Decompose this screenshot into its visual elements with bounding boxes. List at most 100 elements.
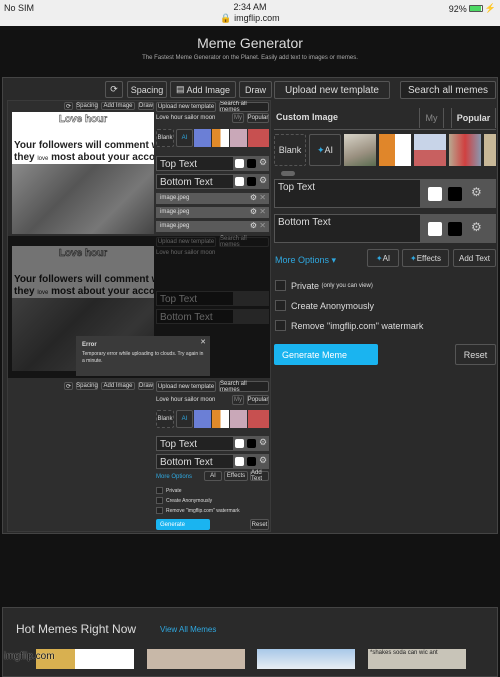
nested3-tab-popular: Popular	[247, 395, 269, 405]
add-image-button[interactable]: ▤ Add Image	[170, 81, 236, 98]
template-thumb-4[interactable]	[449, 134, 481, 166]
sparkle-icon: ✦	[316, 144, 325, 155]
fill-color-black[interactable]	[448, 187, 462, 201]
lock-icon: 🔒	[220, 13, 232, 23]
draw-button[interactable]: Draw	[239, 81, 272, 98]
ai-button[interactable]: ✦ AI	[367, 249, 399, 267]
nested-thumb-2	[212, 129, 229, 147]
view-all-memes-link[interactable]: View All Memes	[160, 625, 216, 634]
nested3-ai: AI	[176, 410, 193, 428]
template-thumb-1[interactable]	[344, 134, 376, 166]
remove-watermark-option[interactable]: Remove "imgflip.com" watermark	[275, 320, 423, 331]
generate-meme-button[interactable]: Generate Meme	[274, 344, 378, 365]
image-icon: ▤	[175, 84, 185, 94]
spacing-button[interactable]: Spacing	[127, 81, 167, 98]
nested3-generate: Generate	[156, 519, 210, 530]
private-option[interactable]: Private (only you can view)	[275, 280, 373, 291]
nested3-top-text: Top Text	[157, 437, 233, 450]
image-layer-label: image.jpeg	[160, 223, 190, 229]
private-checkbox[interactable]	[275, 280, 286, 291]
nested-add-image-button: Add Image	[101, 102, 135, 110]
outline-color-white[interactable]	[428, 187, 442, 201]
layer-gear-icon: ⚙	[249, 207, 257, 216]
nested3-ai-button: AI	[204, 471, 222, 481]
bottom-text-input[interactable]: Bottom Text	[275, 215, 420, 242]
add-image-label: Add Image	[186, 84, 231, 95]
nested-search-button: Search all memes	[219, 101, 269, 113]
scrollbar-thumb[interactable]	[281, 171, 295, 176]
nested3-effects: Effects	[224, 471, 248, 481]
close-icon[interactable]: ✕	[200, 338, 206, 346]
nested3-draw: Draw	[138, 382, 154, 390]
hot-memes-title: Hot Memes Right Now	[16, 622, 137, 636]
nested-template-title: Love hour sailor moon	[156, 115, 216, 121]
image-layer-label: image.jpeg	[160, 195, 190, 201]
hot-meme-thumb-2[interactable]	[147, 649, 245, 669]
add-text-button[interactable]: Add Text	[453, 249, 496, 267]
upload-template-button[interactable]: Upload new template	[274, 81, 390, 99]
nested3-add-image: Add Image	[101, 382, 135, 390]
clock: 2:34 AM	[233, 2, 267, 12]
gear-icon[interactable]: ⚙	[471, 220, 482, 234]
nested-tab-popular: Popular	[247, 113, 269, 123]
nested-rotate-button: ⟳	[64, 102, 73, 110]
page-header: Meme Generator The Fastest Meme Generato…	[0, 26, 500, 61]
meme-generator: ⟳ Spacing ▤ Add Image Draw ⟳ Spacing Add …	[2, 77, 498, 534]
nested3-thumb-1	[194, 410, 211, 428]
caret-down-icon: ▾	[331, 255, 337, 265]
blank-template[interactable]: Blank	[274, 134, 306, 166]
caption-small-word: love	[37, 156, 49, 162]
nested3-private: Private	[156, 487, 182, 494]
layer-close-icon: ✕	[259, 193, 266, 202]
nested3-anon-label: Create Anonymously	[166, 497, 213, 504]
meme-canvas[interactable]: ⟳ Spacing Add Image Draw Upload new temp…	[7, 100, 271, 532]
outline-color-white[interactable]	[428, 222, 442, 236]
rotate-icon: ⟳	[110, 84, 118, 94]
ai-template-button[interactable]: ✦ AI	[309, 134, 341, 166]
nested3-watermark-label: Remove "imgflip.com" watermark	[166, 507, 240, 514]
nested3-blank: Blank	[156, 410, 174, 428]
bottom-text-row: Bottom Text ⚙	[274, 214, 496, 243]
hot-meme-thumb-3[interactable]	[257, 649, 355, 669]
nested3-more-options: More Options	[156, 474, 193, 480]
caption-word: they	[14, 152, 35, 163]
nested-ai: AI	[176, 129, 193, 147]
nested-gear-icon: ⚙	[259, 175, 268, 185]
effects-button[interactable]: ✦ Effects	[402, 249, 449, 267]
nested3-white-swatch	[235, 457, 244, 466]
tab-my[interactable]: My	[419, 108, 444, 128]
tab-popular[interactable]: Popular	[451, 108, 496, 128]
gear-icon[interactable]: ⚙	[471, 185, 482, 199]
nested3-top-text-row: Top Text ⚙	[156, 436, 269, 451]
nested3-gear-icon: ⚙	[259, 455, 268, 465]
watermark-checkbox[interactable]	[275, 320, 286, 331]
anonymous-option[interactable]: Create Anonymously	[275, 300, 374, 311]
nested3-private-label: Private	[166, 487, 182, 494]
error-message: Temporary error while uploading to cloud…	[82, 351, 204, 364]
hot-meme-thumb-4[interactable]: *shakes soda can wic ant	[368, 649, 466, 669]
charging-icon: ⚡	[484, 3, 496, 13]
nested-black-swatch	[247, 177, 256, 186]
rotate-button[interactable]: ⟳	[105, 81, 123, 98]
nested-top-text: Top Text	[157, 157, 233, 170]
template-thumb-3[interactable]	[414, 134, 446, 166]
effects-label: Effects	[416, 253, 441, 263]
battery-label: 92%	[448, 3, 467, 14]
anonymous-checkbox[interactable]	[275, 300, 286, 311]
template-thumb-2[interactable]	[379, 134, 411, 166]
nested-copy-3: ⟳ Spacing Add Image Draw Upload new temp…	[8, 378, 270, 531]
nested-spacing-button: Spacing	[76, 102, 98, 110]
url-bar[interactable]: 🔒 imgflip.com	[0, 13, 500, 24]
nested-upload-button: Upload new template	[156, 102, 216, 112]
fill-color-black[interactable]	[448, 222, 462, 236]
nested3-watermark: Remove "imgflip.com" watermark	[156, 507, 240, 514]
ai-button-label: AI	[382, 253, 391, 263]
reset-button[interactable]: Reset	[455, 344, 496, 365]
template-thumb-5[interactable]	[484, 134, 496, 166]
top-text-input[interactable]: Top Text	[275, 180, 420, 207]
nested3-black-swatch	[247, 439, 256, 448]
meme-image: Love hour Your followers will comment wh…	[12, 112, 154, 234]
search-memes-button[interactable]: Search all memes	[400, 81, 496, 99]
nested3-anon-checkbox	[156, 497, 163, 504]
more-options-link[interactable]: More Options ▾	[275, 255, 336, 266]
